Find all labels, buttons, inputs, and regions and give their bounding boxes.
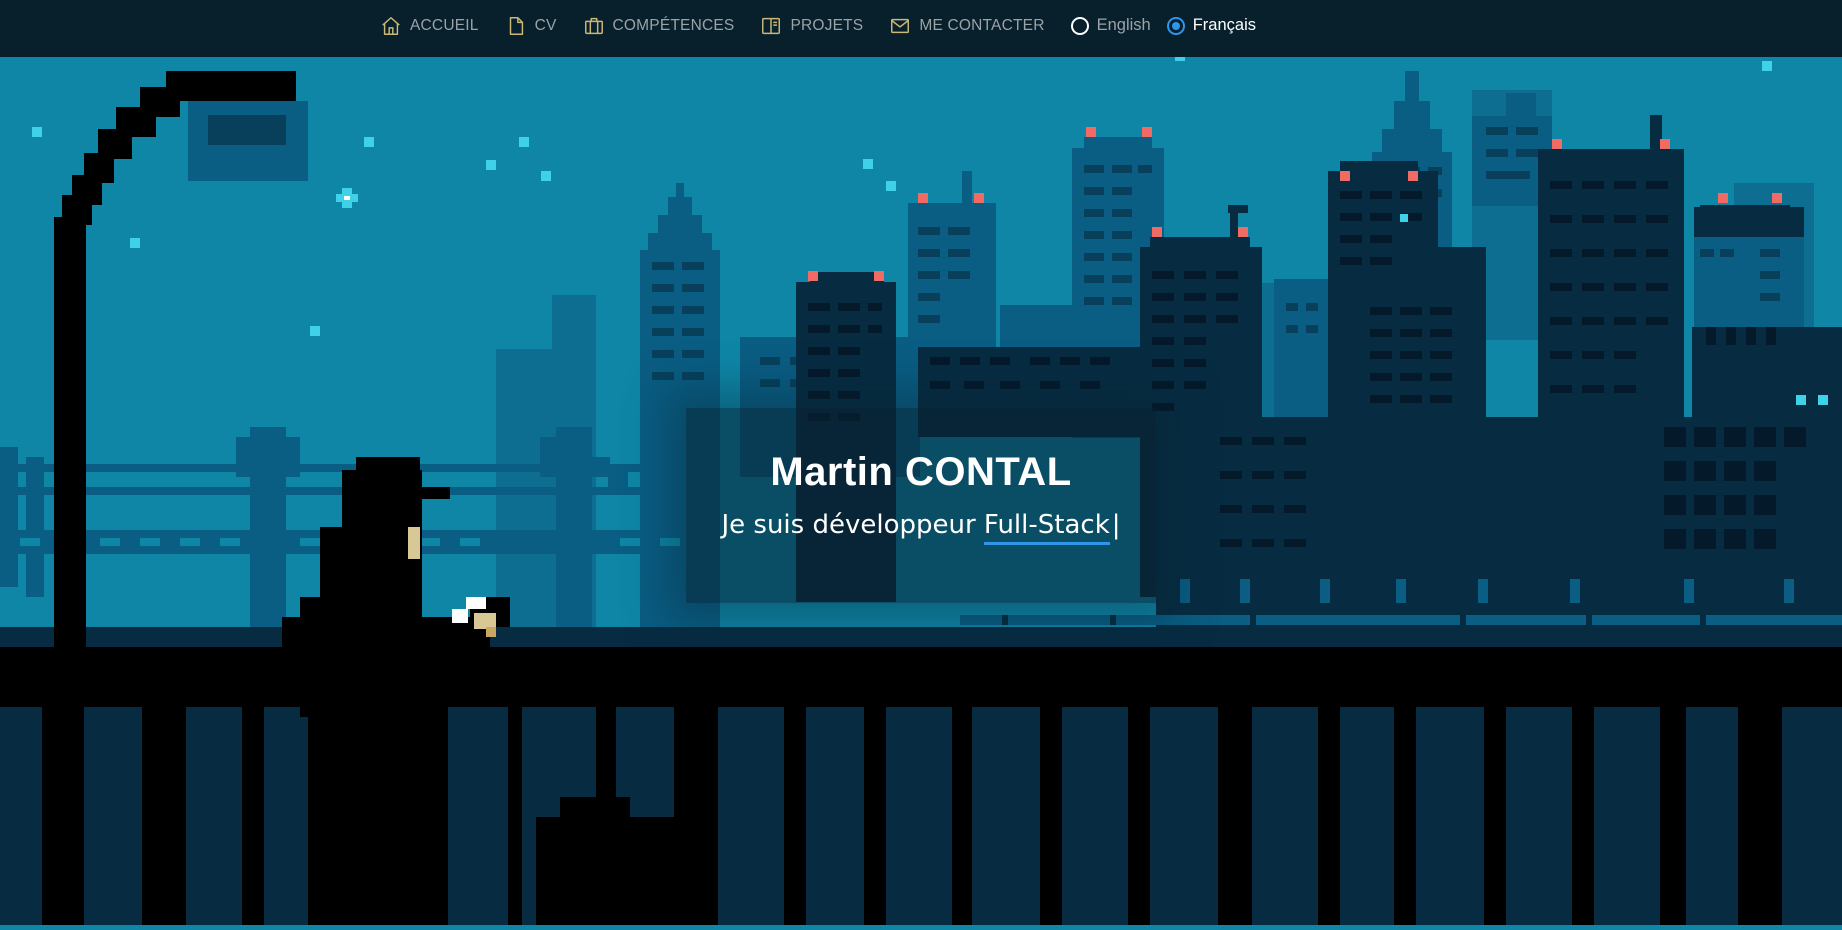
nav-item-contact[interactable]: ME CONTACTER (889, 0, 1044, 51)
mail-icon (891, 18, 910, 33)
hero-name: Martin CONTAL (770, 450, 1072, 494)
hero-subtitle: Je suis développeur Full-Stack| (686, 510, 1156, 545)
nav-menu: ACCUEIL CV COMPÉTENCES PROJETS ME CONTAC… (380, 0, 1272, 51)
home-icon (382, 16, 400, 35)
nav-item-accueil[interactable]: ACCUEIL (380, 0, 479, 51)
foreground-railing (0, 647, 1842, 925)
nav-item-cv[interactable]: CV (505, 0, 557, 51)
hero-typed-role: Full-Stack (983, 510, 1110, 545)
hero-card: Martin CONTAL Je suis développeur Full-S… (686, 408, 1156, 603)
nav-item-label: CV (534, 16, 557, 34)
hero-subtitle-prefix: Je suis développeur (721, 510, 976, 540)
nav-item-competences[interactable]: COMPÉTENCES (583, 0, 735, 51)
radio-checked-icon[interactable] (1166, 16, 1185, 35)
typing-cursor: | (1111, 510, 1121, 540)
nav-item-label: ACCUEIL (410, 16, 479, 34)
navbar: ACCUEIL CV COMPÉTENCES PROJETS ME CONTAC… (0, 0, 1842, 57)
briefcase-icon (584, 17, 603, 34)
nav-item-label: ME CONTACTER (919, 16, 1045, 34)
book-icon (762, 17, 781, 34)
nav-item-label: PROJETS (790, 16, 864, 34)
language-label-english: English (1096, 16, 1151, 34)
language-option-english[interactable]: English (1070, 0, 1151, 51)
nav-item-projets[interactable]: PROJETS (760, 0, 863, 51)
language-option-french[interactable]: Français (1166, 0, 1256, 51)
language-label-french: Français (1192, 16, 1256, 34)
nav-item-label: COMPÉTENCES (612, 16, 735, 34)
radio-unchecked-icon[interactable] (1070, 16, 1089, 35)
file-icon (509, 16, 523, 35)
